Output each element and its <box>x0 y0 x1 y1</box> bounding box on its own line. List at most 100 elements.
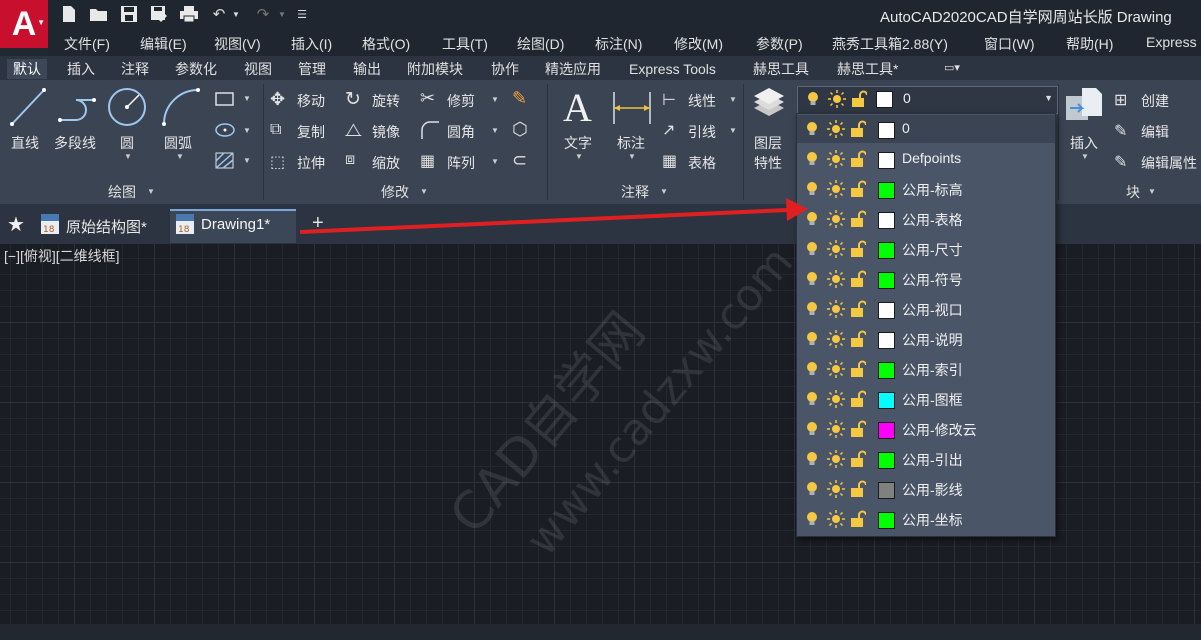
open-folder-icon[interactable] <box>88 3 110 25</box>
menu-help[interactable]: 帮助(H) <box>1066 34 1113 54</box>
block-panel-title[interactable]: 块 <box>1126 182 1140 202</box>
draw-panel-expand-icon[interactable]: ▼ <box>147 187 155 196</box>
layer-on-bulb-icon[interactable] <box>805 511 819 527</box>
layer-list-item[interactable]: 公用-坐标 <box>797 505 1055 533</box>
ribbon-tab-view[interactable]: 视图 <box>238 59 278 79</box>
hatch-dropdown-icon[interactable]: ▼ <box>243 156 251 165</box>
ribbon-tab-manage[interactable]: 管理 <box>292 59 332 79</box>
layer-color-swatch[interactable] <box>878 452 895 469</box>
ribbon-minimize-icon[interactable]: ▭▾ <box>944 61 974 75</box>
linear-dim-label[interactable]: 线性 <box>688 91 716 111</box>
menu-dimension[interactable]: 标注(N) <box>595 34 642 54</box>
customize-toolbar-icon[interactable]: ☰ <box>294 3 310 25</box>
menu-yanxiu-toolbox[interactable]: 燕秀工具箱2.88(Y) <box>832 34 948 54</box>
layer-list-item[interactable]: 公用-修改云 <box>797 415 1055 443</box>
trim-dropdown-icon[interactable]: ▼ <box>491 95 499 104</box>
leader-icon[interactable]: ↗ <box>662 120 675 140</box>
layer-color-swatch[interactable] <box>878 122 895 139</box>
layer-on-bulb-icon[interactable] <box>805 481 819 497</box>
edit-attribute-label[interactable]: 编辑属性 <box>1141 153 1197 173</box>
insert-block-label[interactable]: 插入 <box>1070 133 1098 153</box>
layer-list-item[interactable]: 公用-图框 <box>797 385 1055 413</box>
layer-unlocked-icon[interactable] <box>850 360 866 378</box>
leader-dropdown-icon[interactable]: ▼ <box>729 126 737 135</box>
layer-unlocked-icon[interactable] <box>850 150 866 168</box>
table-label[interactable]: 表格 <box>688 153 716 173</box>
dimension-tool-icon[interactable] <box>611 88 653 128</box>
leader-label[interactable]: 引线 <box>688 122 716 142</box>
layer-unlocked-icon[interactable] <box>850 210 866 228</box>
modify-panel-title[interactable]: 修改 <box>381 182 409 202</box>
layer-on-bulb-icon[interactable] <box>805 151 819 167</box>
layer-thawed-sun-icon[interactable] <box>827 420 845 438</box>
draw-panel-title[interactable]: 绘图 <box>108 182 136 202</box>
layer-on-bulb-icon[interactable] <box>805 301 819 317</box>
scale-icon[interactable]: ⧈ <box>345 151 355 169</box>
new-tab-button[interactable]: + <box>312 212 324 235</box>
copy-icon[interactable]: ⧉ <box>270 121 281 139</box>
edit-block-label[interactable]: 编辑 <box>1141 122 1169 142</box>
layer-unlocked-icon[interactable] <box>850 420 866 438</box>
array-tool-label[interactable]: 阵列 <box>447 153 475 173</box>
layer-list-item[interactable]: 公用-视口 <box>797 295 1055 323</box>
ribbon-tab-hesi-tools[interactable]: 赫思工具 <box>747 59 815 79</box>
redo-icon[interactable]: ↷ <box>252 3 274 25</box>
array-dropdown-icon[interactable]: ▼ <box>491 157 499 166</box>
layer-thawed-sun-icon[interactable] <box>827 330 845 348</box>
layer-thawed-sun-icon[interactable] <box>827 240 845 258</box>
copy-tool-label[interactable]: 复制 <box>297 122 325 142</box>
ribbon-tab-parametric[interactable]: 参数化 <box>169 59 223 79</box>
layer-thawed-sun-icon[interactable] <box>827 210 845 228</box>
hatch-tool-icon[interactable] <box>214 151 236 171</box>
arc-tool-label[interactable]: 圆弧 <box>164 133 192 153</box>
application-menu-button[interactable]: A ▼ <box>0 0 48 48</box>
explode-icon[interactable]: ⬡ <box>512 119 528 140</box>
layer-unlocked-icon[interactable] <box>850 300 866 318</box>
layer-on-bulb-icon[interactable] <box>805 211 819 227</box>
new-file-icon[interactable] <box>58 3 80 25</box>
line-tool-label[interactable]: 直线 <box>11 133 39 153</box>
start-tab-star-icon[interactable]: ★ <box>7 212 25 237</box>
menu-view[interactable]: 视图(V) <box>214 34 261 54</box>
line-tool-icon[interactable] <box>8 86 48 128</box>
layer-list-item[interactable]: 公用-说明 <box>797 325 1055 353</box>
layer-color-swatch[interactable] <box>878 182 895 199</box>
layer-on-bulb-icon[interactable] <box>805 121 819 137</box>
ribbon-tab-collaborate[interactable]: 协作 <box>485 59 525 79</box>
layer-unlocked-icon[interactable] <box>850 240 866 258</box>
menu-modify[interactable]: 修改(M) <box>674 34 723 54</box>
fillet-dropdown-icon[interactable]: ▼ <box>491 126 499 135</box>
layer-color-swatch[interactable] <box>878 242 895 259</box>
layer-unlocked-icon[interactable] <box>850 390 866 408</box>
polyline-tool-label[interactable]: 多段线 <box>54 133 96 153</box>
create-block-icon[interactable]: ⊞ <box>1114 90 1127 110</box>
arc-tool-icon[interactable] <box>160 86 202 128</box>
layer-thawed-sun-icon[interactable] <box>827 270 845 288</box>
mirror-icon[interactable]: ⧍ <box>345 120 362 141</box>
redo-dropdown-icon[interactable]: ▼ <box>276 3 288 25</box>
rotate-tool-label[interactable]: 旋转 <box>372 91 400 111</box>
chevron-down-icon[interactable]: ▼ <box>1044 93 1053 103</box>
layer-on-bulb-icon[interactable] <box>805 271 819 287</box>
menu-window[interactable]: 窗口(W) <box>984 34 1035 54</box>
layer-on-bulb-icon[interactable] <box>805 241 819 257</box>
menu-draw[interactable]: 绘图(D) <box>517 34 564 54</box>
text-dropdown-icon[interactable]: ▼ <box>575 152 583 161</box>
layer-unlocked-icon[interactable] <box>850 180 866 198</box>
ribbon-tab-annotate[interactable]: 注释 <box>115 59 155 79</box>
layer-color-swatch[interactable] <box>878 212 895 229</box>
layer-list-item[interactable]: 公用-引出 <box>797 445 1055 473</box>
array-icon[interactable]: ▦ <box>420 151 435 171</box>
layer-color-swatch[interactable] <box>878 392 895 409</box>
layer-list-item[interactable]: 公用-标高 <box>797 175 1055 203</box>
layer-list-item[interactable]: Defpoints <box>797 145 1055 173</box>
layer-color-swatch[interactable] <box>878 152 895 169</box>
layer-thawed-sun-icon[interactable] <box>827 510 845 528</box>
polyline-tool-icon[interactable] <box>56 86 100 128</box>
layer-on-bulb-icon[interactable] <box>805 181 819 197</box>
layer-thawed-sun-icon[interactable] <box>827 450 845 468</box>
layer-unlocked-icon[interactable] <box>850 330 866 348</box>
layer-thawed-sun-icon[interactable] <box>827 480 845 498</box>
layer-list-item[interactable]: 0 <box>797 115 1055 143</box>
rotate-icon[interactable]: ↻ <box>345 88 361 111</box>
